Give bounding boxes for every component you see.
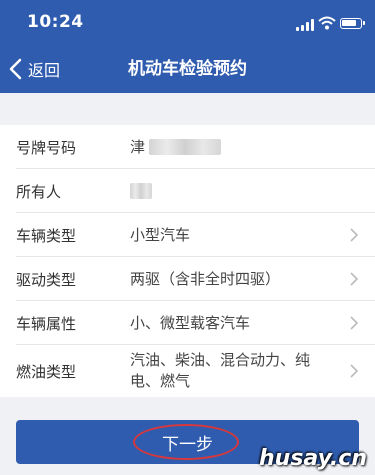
status-time: 10:24 xyxy=(27,12,84,32)
chevron-right-icon xyxy=(350,272,359,286)
masked-text xyxy=(149,139,222,155)
chevron-right-icon xyxy=(350,364,359,378)
battery-icon xyxy=(340,18,365,29)
vehicle-info-list: 号牌号码 津 所有人 车辆类型 小型汽车 驱动类型 两驱（含非全时四驱） 车辆属… xyxy=(0,125,375,397)
row-vehicle-attribute[interactable]: 车辆属性 小、微型载客汽车 xyxy=(0,301,375,345)
status-bar: 10:24 xyxy=(0,0,375,46)
row-value: 汽油、柴油、混合动力、纯电、燃气 xyxy=(130,351,311,390)
row-value: 两驱（含非全时四驱） xyxy=(130,269,281,288)
wifi-icon xyxy=(318,16,336,30)
row-label: 号牌号码 xyxy=(16,138,77,157)
chevron-right-icon xyxy=(350,316,359,330)
highlight-circle-annotation xyxy=(133,424,239,460)
row-value: 小、微型载客汽车 xyxy=(130,313,251,332)
row-value: 津 xyxy=(130,137,335,158)
row-value xyxy=(130,181,335,202)
row-label: 燃油类型 xyxy=(16,362,77,381)
row-drive-type[interactable]: 驱动类型 两驱（含非全时四驱） xyxy=(0,257,375,301)
signal-icon xyxy=(296,19,314,31)
row-label: 所有人 xyxy=(16,182,62,201)
row-plate-number: 号牌号码 津 xyxy=(0,125,375,169)
row-value: 小型汽车 xyxy=(130,225,191,244)
row-label: 驱动类型 xyxy=(16,270,77,289)
row-label: 车辆属性 xyxy=(16,314,77,333)
row-owner: 所有人 xyxy=(0,169,375,213)
top-bar: 10:24 返回 机动车检验预约 xyxy=(0,0,375,93)
row-vehicle-type[interactable]: 车辆类型 小型汽车 xyxy=(0,213,375,257)
row-label: 车辆类型 xyxy=(16,226,77,245)
watermark: husay.cn xyxy=(259,446,367,471)
page-title: 机动车检验预约 xyxy=(128,59,247,79)
row-fuel-type[interactable]: 燃油类型 汽油、柴油、混合动力、纯电、燃气 xyxy=(0,345,375,397)
plate-prefix: 津 xyxy=(130,137,146,156)
chevron-right-icon xyxy=(350,228,359,242)
masked-text xyxy=(130,183,152,199)
